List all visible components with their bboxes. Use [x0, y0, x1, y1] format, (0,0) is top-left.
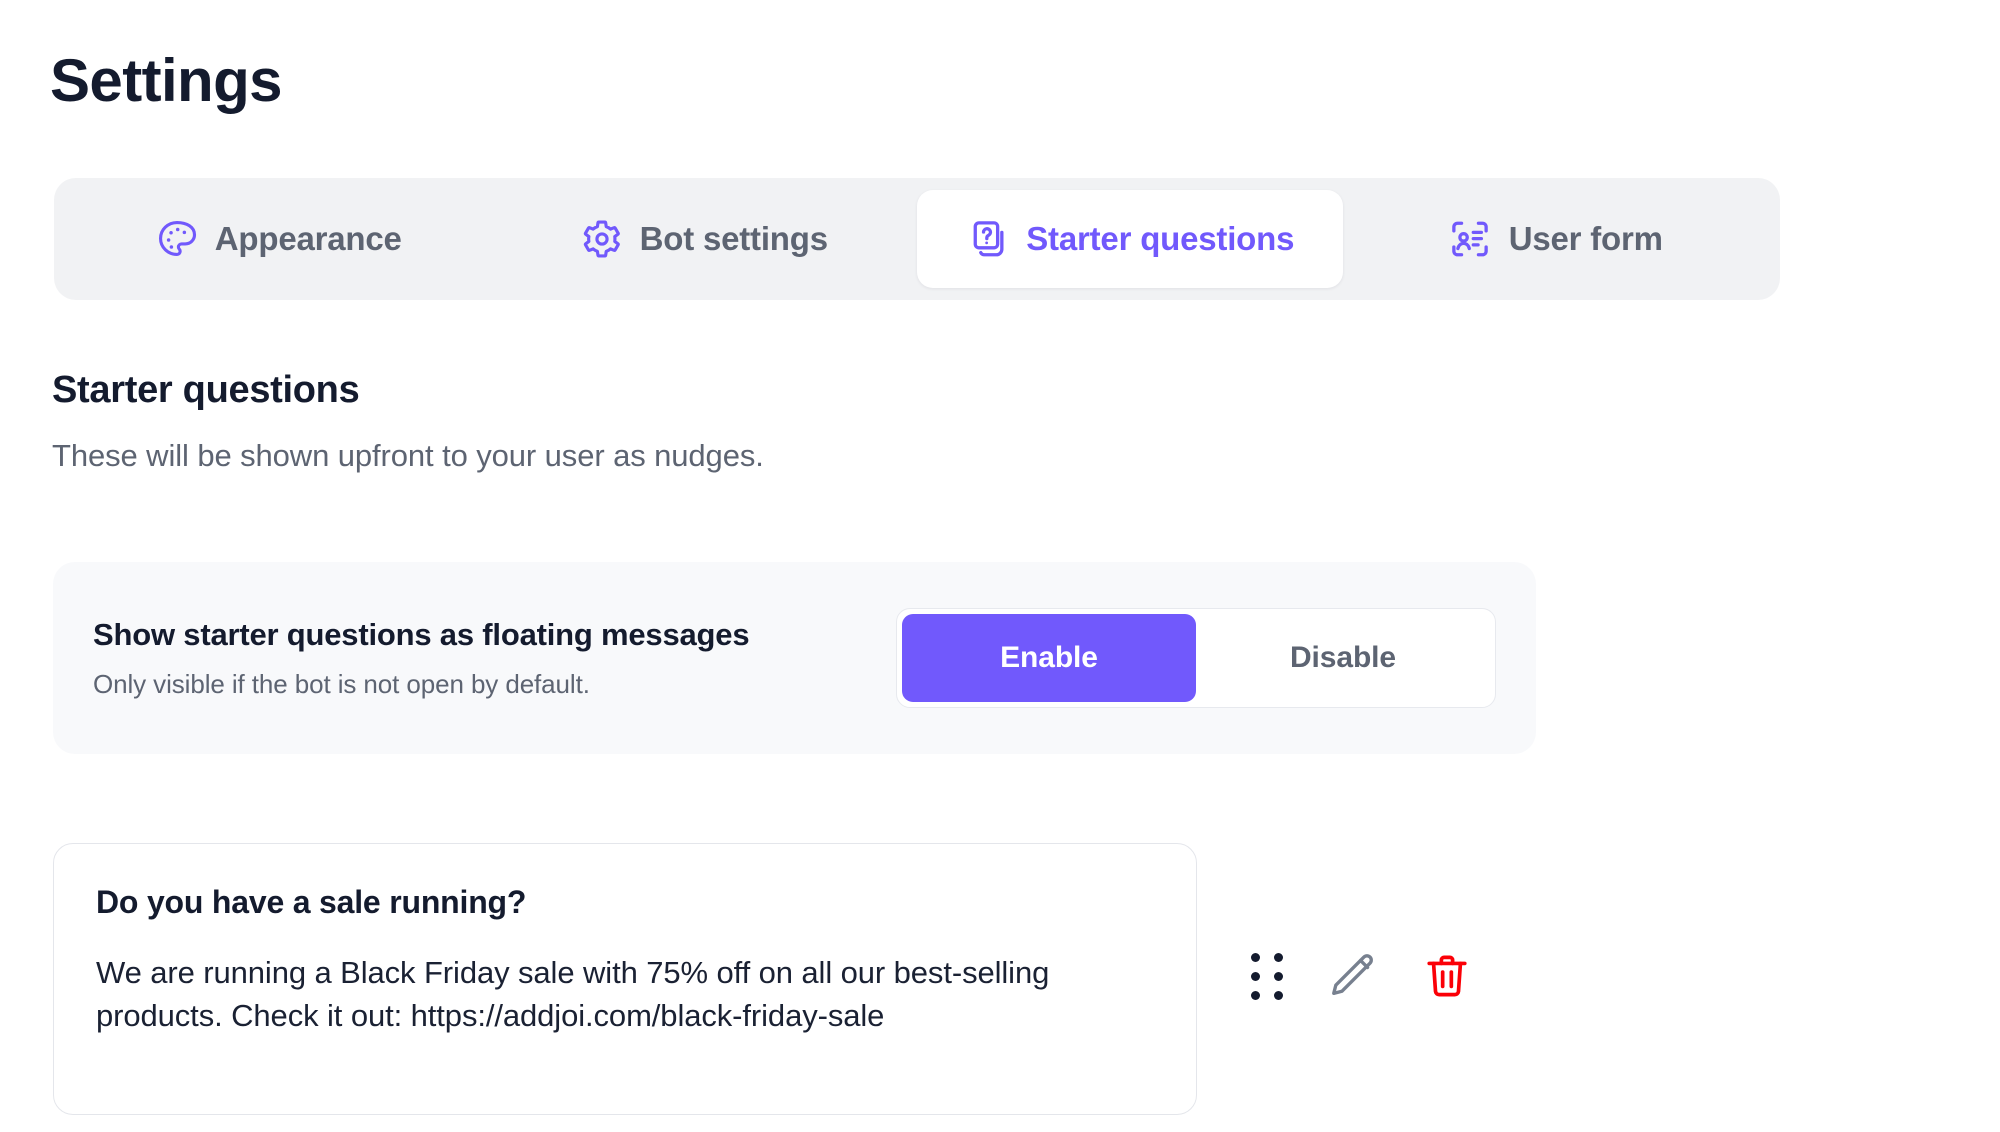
section-subtitle: These will be shown upfront to your user… [52, 437, 764, 473]
tab-user-form[interactable]: User form [1343, 190, 1769, 288]
drag-handle-icon[interactable] [1251, 952, 1283, 1000]
enable-disable-toggle: Enable Disable [896, 608, 1496, 708]
gear-icon [581, 218, 623, 260]
question-cards-icon [965, 217, 1009, 261]
enable-button[interactable]: Enable [902, 614, 1196, 702]
tab-label: Appearance [214, 220, 402, 257]
page-title: Settings [50, 47, 282, 114]
setting-title: Show starter questions as floating messa… [93, 616, 750, 652]
tab-label: User form [1508, 220, 1663, 257]
starter-question-row: Do you have a sale running? We are runni… [53, 843, 1473, 1115]
starter-question-card[interactable]: Do you have a sale running? We are runni… [53, 843, 1197, 1115]
question-title: Do you have a sale running? [96, 884, 527, 920]
tab-label: Bot settings [639, 220, 828, 257]
user-card-icon [1448, 217, 1492, 261]
setting-subtitle: Only visible if the bot is not open by d… [93, 668, 590, 699]
delete-icon[interactable] [1421, 950, 1473, 1002]
setting-text-block: Show starter questions as floating messa… [93, 616, 750, 700]
question-answer: We are running a Black Friday sale with … [96, 955, 1050, 1033]
tab-starter-questions[interactable]: Starter questions [917, 190, 1343, 288]
palette-icon [156, 218, 198, 260]
floating-messages-setting-panel: Show starter questions as floating messa… [53, 562, 1536, 754]
tab-label: Starter questions [1026, 220, 1295, 257]
question-actions [1251, 949, 1473, 1009]
tab-bot-settings[interactable]: Bot settings [492, 190, 918, 288]
edit-icon[interactable] [1325, 949, 1379, 1003]
settings-page: Settings Appearance Bot settings Starter… [0, 0, 2000, 1132]
tab-appearance[interactable]: Appearance [66, 190, 492, 288]
disable-button[interactable]: Disable [1196, 614, 1490, 702]
section-header: Starter questions These will be shown up… [52, 368, 764, 476]
settings-tabbar: Appearance Bot settings Starter question… [54, 178, 1780, 300]
section-title: Starter questions [52, 369, 360, 411]
